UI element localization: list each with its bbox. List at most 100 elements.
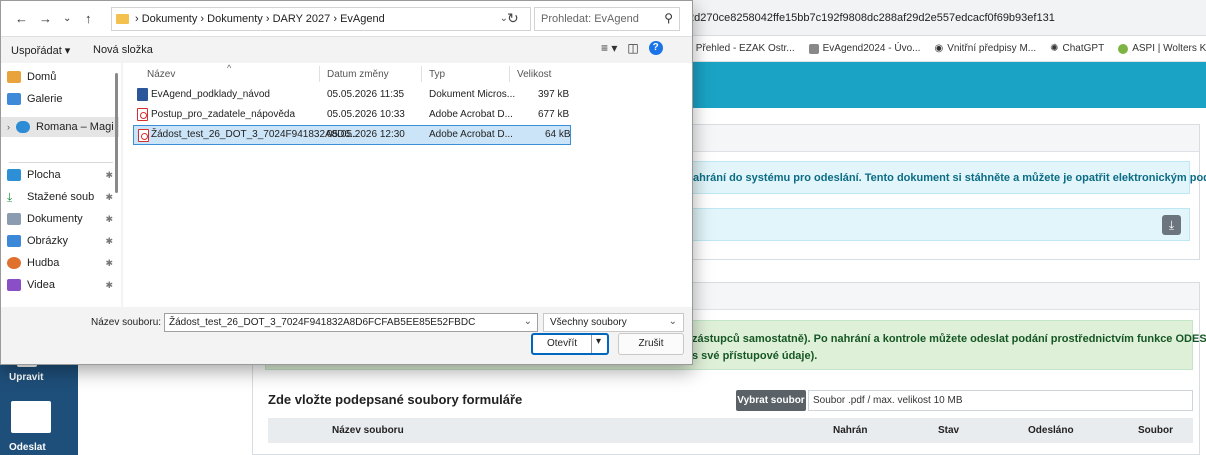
cloud-icon [16, 121, 30, 133]
filetype-select[interactable]: Všechny soubory ⌄ [543, 313, 684, 332]
breadcrumb-item[interactable]: DARY 2027 [273, 13, 331, 25]
files-table-header: Název souboru Nahrán Stav Odesláno Soubo… [268, 418, 1193, 443]
col-header-name[interactable]: Název [147, 69, 175, 80]
nav-scrollbar[interactable] [115, 73, 118, 193]
file-row[interactable]: EvAgend_podklady_návod 05.05.2026 11:35 … [133, 85, 571, 105]
nav-item-pictures[interactable]: Obrázky ✱ [7, 235, 117, 247]
pin-icon[interactable]: ✱ [105, 214, 113, 225]
file-date: 05.05.2026 12:30 [327, 129, 405, 140]
file-row-selected[interactable]: Žádost_test_26_DOT_3_7024F941832A8D6... … [133, 125, 571, 145]
file-size: 677 kB [538, 109, 570, 120]
bookmarks-bar: ▶Přehled - EZAK Ostr... EvAgend2024 - Úv… [680, 36, 1206, 62]
pictures-icon [7, 235, 21, 247]
col-uploaded: Nahrán [833, 425, 868, 436]
download-icon: ⤓ [1168, 218, 1175, 232]
chevron-down-icon: ⌄ [668, 316, 677, 327]
preview-pane-icon[interactable]: ◫ [627, 41, 638, 55]
help-icon[interactable]: ? [648, 41, 663, 55]
pin-icon[interactable]: ✱ [105, 280, 113, 291]
col-status: Stav [938, 425, 960, 436]
aspi-icon [1118, 43, 1129, 54]
nav-item-documents[interactable]: Dokumenty ✱ [7, 213, 117, 225]
videos-icon [7, 279, 21, 291]
back-arrow-icon[interactable]: ← [15, 11, 28, 26]
col-file: Soubor [1138, 425, 1173, 436]
upload-title: Zde vložte podepsané soubory formuláře [268, 392, 523, 407]
file-name: EvAgend_podklady_návod [151, 89, 270, 100]
col-header-size[interactable]: Velikost [517, 69, 551, 80]
evagend-icon [808, 43, 819, 54]
choose-file-button[interactable]: Vybrat soubor [736, 390, 806, 411]
pin-icon[interactable]: ✱ [105, 192, 113, 203]
search-input[interactable]: Prohledat: EvAgend ⚲ [534, 7, 680, 31]
envelope-icon [11, 401, 51, 433]
chevron-down-icon[interactable]: ⌄ [524, 316, 532, 327]
expand-chevron-icon[interactable]: › [7, 122, 10, 132]
pdf-file-icon [138, 129, 149, 142]
nav-item-onedrive[interactable]: › Romana – Magi [1, 117, 119, 137]
globe-icon: ◉ [934, 43, 944, 54]
bookmark-chatgpt[interactable]: ✺ ChatGPT [1050, 43, 1104, 54]
col-header-date[interactable]: Datum změny [327, 69, 389, 80]
address-breadcrumb[interactable]: › Dokumenty › Dokumenty › DARY 2027 › Ev… [111, 7, 531, 31]
file-date: 05.05.2026 11:35 [327, 89, 405, 100]
view-options-icon[interactable]: ≡ ▾ [601, 41, 617, 55]
new-folder-button[interactable]: Nová složka [93, 44, 153, 56]
file-size: 64 kB [545, 129, 571, 140]
chatgpt-icon: ✺ [1050, 43, 1059, 54]
organize-button[interactable]: Uspořádat ▾ [11, 44, 70, 57]
up-arrow-icon[interactable]: ↑ [85, 11, 92, 26]
file-path-field[interactable]: Soubor .pdf / max. velikost 10 MB [808, 390, 1193, 411]
forward-arrow-icon[interactable]: → [39, 11, 52, 26]
dialog-footer: Název souboru: Žádost_test_26_DOT_3_7024… [1, 307, 692, 364]
nav-item-videos[interactable]: Videa ✱ [7, 279, 117, 291]
documents-icon [7, 213, 21, 225]
download-icon: ⤓ [7, 190, 13, 204]
pdf-file-icon [137, 108, 148, 121]
breadcrumb-item[interactable]: Dokumenty [207, 13, 263, 25]
file-date: 05.05.2026 10:33 [327, 109, 405, 120]
download-button[interactable]: ⤓ [1162, 215, 1181, 235]
sidebar-send[interactable]: Odeslat [9, 442, 69, 453]
breadcrumb-item[interactable]: Dokumenty [142, 13, 198, 25]
nav-item-gallery[interactable]: Galerie [7, 93, 117, 105]
file-type: Dokument Micros... [429, 89, 516, 100]
desktop-icon [7, 169, 21, 181]
browser-url[interactable]: 2d270ce8258042ffe15bb7c192f9808dc288af29… [688, 12, 1055, 24]
file-row[interactable]: Postup_pro_zadatele_nápověda 05.05.2026 … [133, 105, 571, 125]
home-icon [7, 71, 21, 83]
file-type: Adobe Acrobat D... [429, 129, 513, 140]
bookmark-aspi[interactable]: ASPI | Wolters Kluw... [1118, 43, 1206, 54]
file-size: 397 kB [538, 89, 570, 100]
col-header-type[interactable]: Typ [429, 69, 445, 80]
navigation-pane: Domů Galerie › Romana – Magi Plocha ✱ ⤓ St… [1, 63, 121, 307]
sort-caret-icon: ^ [227, 63, 232, 73]
cancel-button[interactable]: Zrušit [618, 333, 684, 355]
nav-item-home[interactable]: Domů [7, 71, 117, 83]
nav-item-downloads[interactable]: ⤓ Stažené soub ✱ [7, 191, 117, 203]
pin-icon[interactable]: ✱ [105, 170, 113, 181]
pin-icon[interactable]: ✱ [105, 258, 113, 269]
open-button[interactable]: Otevřít ▾ [531, 333, 609, 355]
nav-separator [9, 162, 113, 163]
recent-chevron-icon[interactable]: ⌄ [63, 13, 71, 24]
nav-item-music[interactable]: Hudba ✱ [7, 257, 117, 269]
music-icon [7, 257, 21, 269]
filename-input[interactable]: Žádost_test_26_DOT_3_7024F941832A8D6FCFA… [164, 313, 538, 332]
refresh-icon[interactable]: ↻ [507, 10, 519, 27]
col-sent: Odesláno [1028, 425, 1074, 436]
breadcrumb-item[interactable]: EvAgend [340, 13, 385, 25]
word-file-icon [137, 88, 148, 101]
dialog-navbar: ← → ⌄ ↑ › Dokumenty › Dokumenty › DARY 2… [1, 1, 692, 37]
file-open-dialog: ← → ⌄ ↑ › Dokumenty › Dokumenty › DARY 2… [0, 0, 693, 365]
bookmark-predpisy[interactable]: ◉ Vnitřní předpisy M... [934, 43, 1036, 54]
nav-item-desktop[interactable]: Plocha ✱ [7, 169, 117, 181]
bookmark-evagend[interactable]: EvAgend2024 - Úvo... [808, 43, 920, 54]
browser-address-bar[interactable]: 2d270ce8258042ffe15bb7c192f9808dc288af29… [680, 0, 1206, 36]
pin-icon[interactable]: ✱ [105, 236, 113, 247]
folder-icon [116, 14, 129, 24]
dropdown-arrow-icon[interactable]: ▾ [596, 336, 601, 347]
bookmark-ezak[interactable]: ▶Přehled - EZAK Ostr... [684, 43, 795, 54]
sidebar-edit[interactable]: Upravit [9, 372, 69, 383]
filename-label: Název souboru: [91, 317, 162, 328]
